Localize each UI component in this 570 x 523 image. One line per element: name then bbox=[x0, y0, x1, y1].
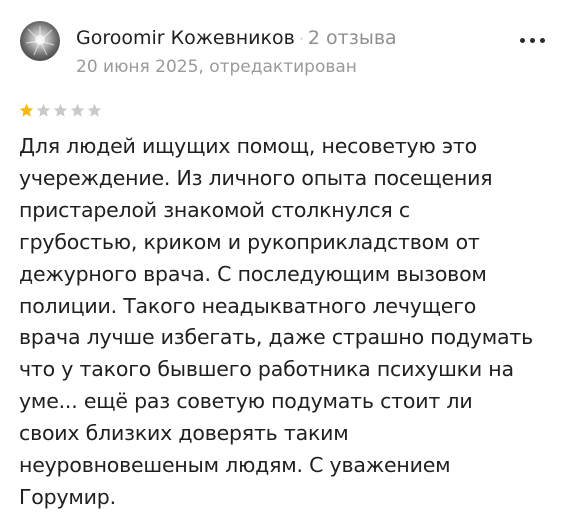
avatar[interactable] bbox=[20, 21, 60, 61]
author-name[interactable]: Goroomir Кожевников bbox=[76, 27, 295, 49]
review-text-line: Горумир. bbox=[19, 484, 116, 509]
author-separator: · bbox=[298, 29, 304, 48]
review-card: Goroomir Кожевников · 2 отзыва 20 июня 202… bbox=[0, 0, 570, 523]
review-text-line: что у такого бывшего работника психушки … bbox=[19, 357, 514, 382]
review-text-line: грубостью, криком и рукоприкладством от bbox=[19, 229, 480, 254]
author-review-count: 2 отзыва bbox=[307, 27, 397, 49]
review-text-line: дежурного врача. С последующим вызовом bbox=[19, 261, 487, 286]
more-dots-icon bbox=[529, 37, 535, 43]
more-options-button[interactable] bbox=[512, 28, 552, 52]
review-text-line: полиции. Такого неадыкватного лечущего bbox=[19, 293, 477, 318]
star-empty-icon bbox=[70, 103, 85, 117]
review-text-line: неуровновешеным людям. С уважением bbox=[19, 453, 451, 478]
star-empty-icon bbox=[36, 103, 51, 117]
author-line: Goroomir Кожевников · 2 отзыва bbox=[76, 26, 397, 51]
more-dots-icon bbox=[539, 37, 545, 43]
star-empty-icon bbox=[87, 103, 102, 117]
review-text-line: Для людей ищущих помощ, несоветую это bbox=[19, 134, 477, 158]
review-date: 20 июня 2025, отредактирован bbox=[76, 57, 357, 77]
avatar-image bbox=[25, 26, 55, 56]
review-text-line: врача лучше избегать, даже страшно подум… bbox=[19, 325, 533, 350]
review-text-line: своих близких доверять таким bbox=[19, 421, 349, 446]
more-dots-icon bbox=[519, 37, 525, 43]
review-text: Для людей ищущих помощ, несоветую это уче… bbox=[19, 131, 567, 514]
star-empty-icon bbox=[53, 103, 68, 117]
star-filled-icon bbox=[19, 103, 34, 117]
rating-stars bbox=[19, 103, 102, 118]
review-text-line: учереждение. Из личного опыта посещения bbox=[19, 165, 493, 190]
review-text-line: уме... ещё раз советую подумать стоит ли bbox=[19, 389, 473, 414]
review-text-line: пристарелой знакомой столкнулся с bbox=[19, 197, 410, 222]
